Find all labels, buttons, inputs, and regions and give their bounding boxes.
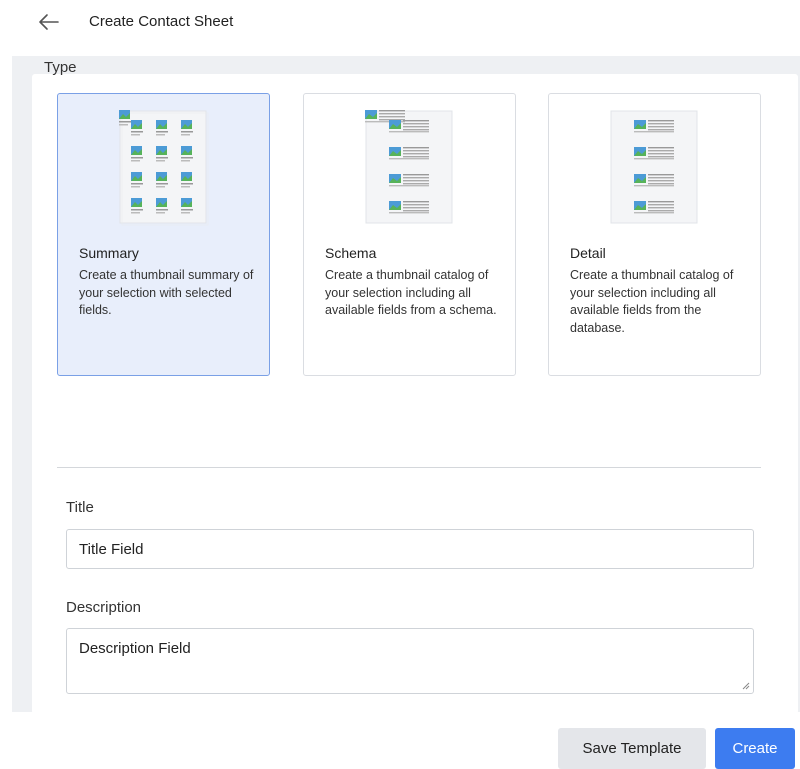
title-input[interactable]: Title Field [66,529,754,569]
description-textarea[interactable]: Description Field [66,628,754,694]
type-option-schema[interactable]: Schema Create a thumbnail catalog of you… [303,93,516,376]
title-input-value: Title Field [79,541,144,558]
resize-grip-icon[interactable] [742,682,750,690]
type-option-name: Detail [570,245,606,261]
type-option-description: Create a thumbnail catalog of your selec… [325,268,497,317]
type-option-name: Summary [79,245,139,261]
type-option-name: Schema [325,245,377,261]
save-template-button[interactable]: Save Template [558,728,706,769]
back-button[interactable] [38,12,60,32]
thumbnail-grid-icon [118,110,209,231]
type-option-description: Create a thumbnail summary of your selec… [79,268,254,317]
description-label: Description [66,599,142,616]
top-bar: Create Contact Sheet [0,0,800,46]
type-label: Type [44,59,77,76]
type-option-detail[interactable]: Detail Create a thumbnail catalog of you… [548,93,761,376]
description-textarea-value: Description Field [79,640,191,657]
arrow-left-icon [39,14,59,30]
thumbnail-list-icon [610,110,700,231]
create-button[interactable]: Create [715,728,795,769]
thumbnail-list-icon [364,110,455,231]
section-divider [57,467,761,468]
title-label: Title [66,499,94,516]
type-option-summary[interactable]: Summary Create a thumbnail summary of yo… [57,93,270,376]
page-title: Create Contact Sheet [89,13,234,30]
type-option-description: Create a thumbnail catalog of your selec… [570,268,734,335]
